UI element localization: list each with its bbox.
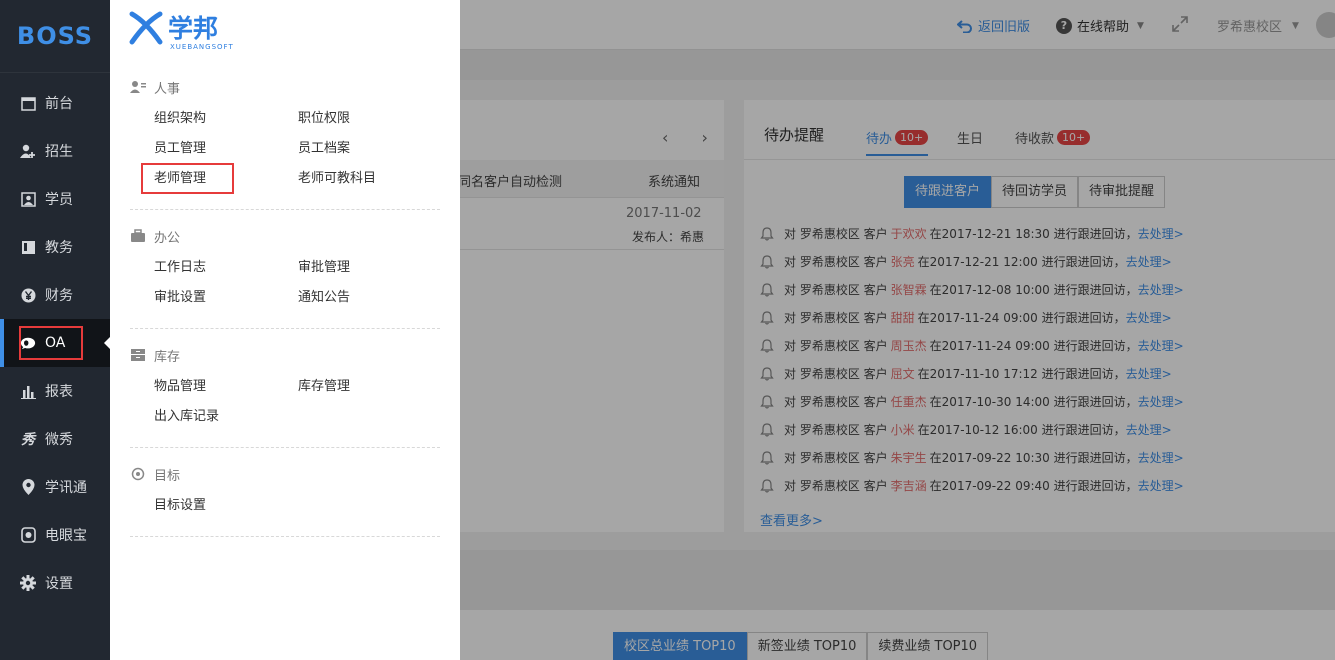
divider (130, 209, 440, 210)
section-inventory: 库存 物品管理 库存管理 出入库记录 (130, 345, 440, 427)
location-pin-icon (20, 479, 36, 495)
link-item-management[interactable]: 物品管理 (154, 377, 298, 397)
sidebar-item-4[interactable]: 财务 (0, 271, 110, 319)
student-card-icon (20, 191, 36, 207)
book-icon (20, 239, 36, 255)
yen-icon (20, 287, 36, 303)
link-stock-management[interactable]: 库存管理 (298, 377, 442, 397)
sidebar-item-label: 报表 (45, 384, 73, 400)
person-card-icon (130, 80, 146, 94)
sidebar-item-0[interactable]: 前台 (0, 79, 110, 127)
sidebar-item-label: 微秀 (45, 432, 73, 448)
sidebar-item-8[interactable]: 学讯通 (0, 463, 110, 511)
briefcase-icon (130, 229, 146, 243)
link-employee-management[interactable]: 员工管理 (154, 139, 298, 159)
section-header: 办公 (130, 226, 440, 246)
divider (130, 447, 440, 448)
sidebar-item-label: 前台 (45, 96, 73, 112)
sidebar-item-10[interactable]: 设置 (0, 559, 110, 607)
highlight-box (141, 163, 234, 194)
user-add-icon (20, 143, 36, 159)
sidebar-item-3[interactable]: 教务 (0, 223, 110, 271)
sidebar-item-label: 学讯通 (45, 480, 87, 496)
section-hr: 人事 组织架构 职位权限 员工管理 员工档案 老师管理 老师可教科目 (130, 77, 442, 194)
divider (130, 328, 440, 329)
camera-icon (20, 527, 36, 543)
sidebar-item-label: 财务 (45, 288, 73, 304)
section-header: 库存 (130, 345, 440, 365)
link-position-permissions[interactable]: 职位权限 (298, 109, 442, 129)
link-notice-announcement[interactable]: 通知公告 (298, 288, 442, 308)
section-office: 办公 工作日志 审批管理 审批设置 通知公告 (130, 226, 440, 308)
xiu-icon: 秀 (21, 432, 35, 448)
modal-overlay[interactable] (460, 0, 1335, 660)
link-goal-settings[interactable]: 目标设置 (154, 496, 298, 516)
sidebar-item-5[interactable]: OA (0, 319, 110, 367)
sidebar-item-7[interactable]: 秀微秀 (0, 415, 110, 463)
inventory-box-icon (130, 348, 146, 362)
sidebar-item-label: 电眼宝 (45, 528, 87, 544)
xuebang-logo: 学邦 XUEBANGSOFT (128, 10, 233, 51)
section-header: 人事 (130, 77, 440, 97)
bar-chart-icon (20, 383, 36, 399)
link-work-log[interactable]: 工作日志 (154, 258, 298, 278)
sidebar-item-1[interactable]: 招生 (0, 127, 110, 175)
link-org-structure[interactable]: 组织架构 (154, 109, 298, 129)
sidebar-item-6[interactable]: 报表 (0, 367, 110, 415)
link-stock-records[interactable]: 出入库记录 (154, 407, 298, 427)
sidebar: BOSS 前台招生学员教务财务 OA 报表秀微秀学讯通电眼宝设置 (0, 0, 110, 660)
section-title: 目标 (154, 468, 181, 484)
sidebar-item-label: 学员 (45, 192, 73, 208)
oa-flyout-menu: 学邦 XUEBANGSOFT 人事 组织架构 职位权限 员工管理 员工档案 老师… (110, 0, 460, 660)
section-title: 人事 (154, 81, 181, 97)
section-title: 办公 (154, 230, 181, 246)
brand-sub: XUEBANGSOFT (170, 43, 234, 51)
link-employee-files[interactable]: 员工档案 (298, 139, 442, 159)
link-teacher-subjects[interactable]: 老师可教科目 (298, 169, 442, 189)
calendar-icon (20, 95, 36, 111)
section-header: 目标 (130, 464, 440, 484)
target-icon (130, 467, 146, 481)
section-title: 库存 (154, 349, 181, 365)
link-approval-management[interactable]: 审批管理 (298, 258, 442, 278)
link-approval-settings[interactable]: 审批设置 (154, 288, 298, 308)
section-goals: 目标 目标设置 (130, 464, 440, 516)
sidebar-item-2[interactable]: 学员 (0, 175, 110, 223)
brand-name: 学邦 (168, 13, 219, 43)
divider (130, 536, 440, 537)
sidebar-item-label: 设置 (45, 576, 73, 592)
highlight-box (19, 326, 83, 360)
link-teacher-management[interactable]: 老师管理 (141, 163, 298, 194)
sidebar-item-9[interactable]: 电眼宝 (0, 511, 110, 559)
gear-icon (20, 575, 36, 591)
sidebar-item-label: 招生 (45, 144, 73, 160)
sidebar-item-label: 教务 (45, 240, 73, 256)
boss-logo: BOSS (0, 0, 110, 73)
xuebang-x-icon (129, 11, 163, 45)
